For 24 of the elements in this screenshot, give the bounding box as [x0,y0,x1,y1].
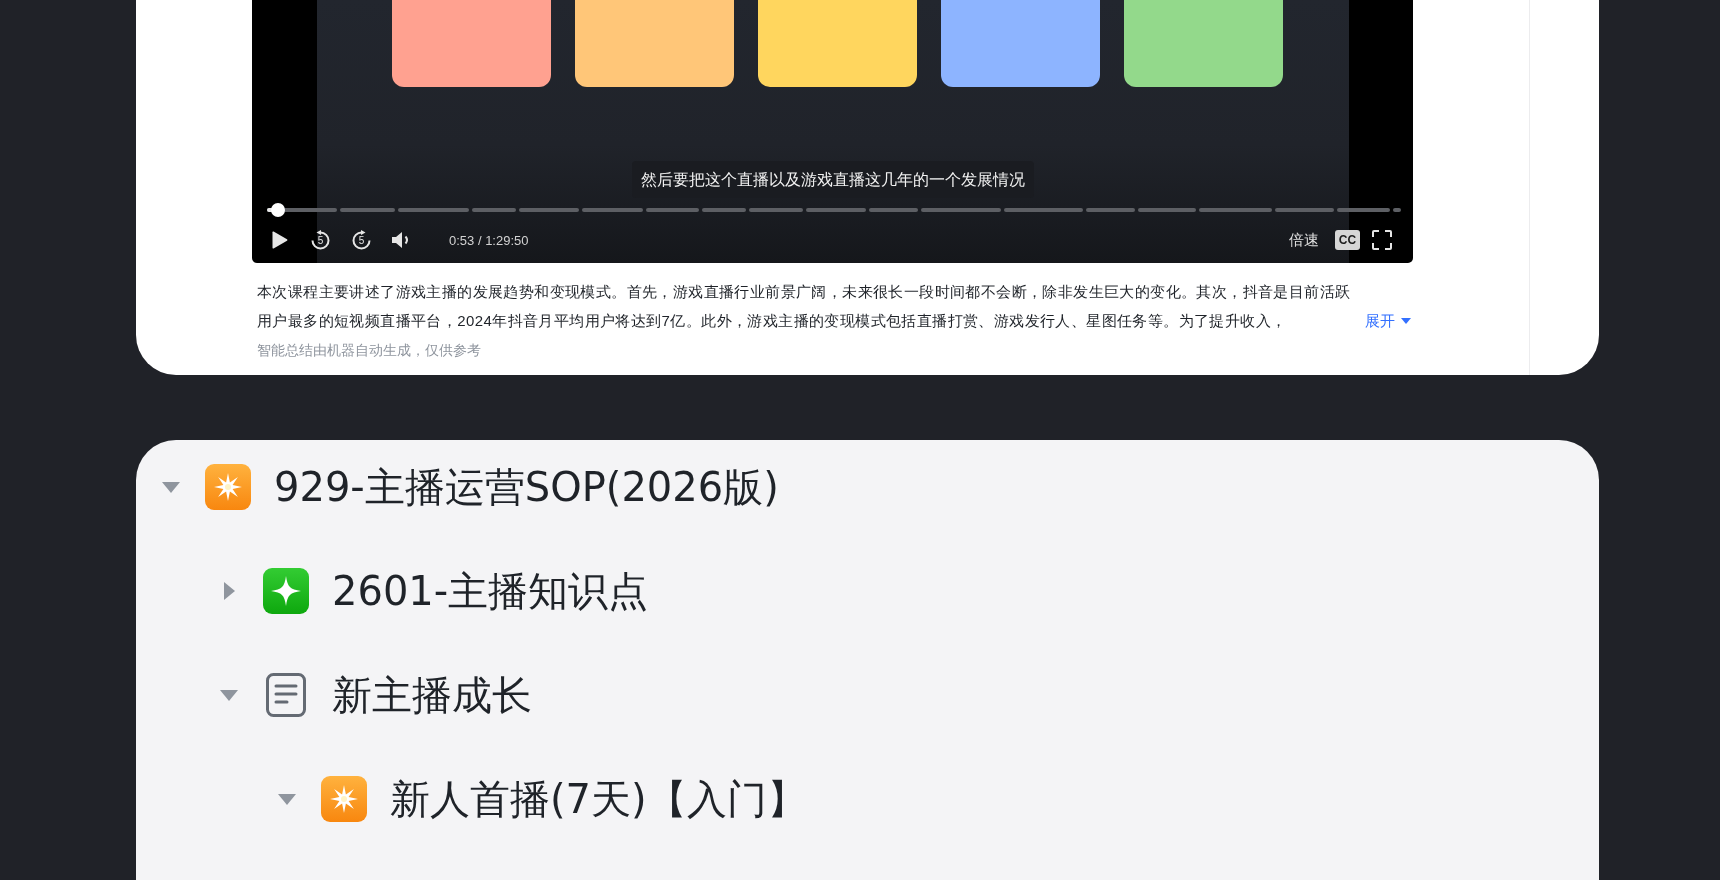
fullscreen-button[interactable] [1372,230,1392,250]
summary-note: 智能总结由机器自动生成，仅供参考 [256,342,482,360]
caret-right-icon[interactable] [223,582,235,600]
caret-down-icon[interactable] [162,481,180,493]
tree-item-label[interactable]: 新主播成长 [332,671,532,719]
subtitle-caption: 然后要把这个直播以及游戏直播这几年的一个发展情况 [631,161,1034,198]
caret-down-icon[interactable] [220,689,238,701]
captions-button[interactable]: CC [1335,230,1360,250]
progress-thumb[interactable] [271,203,286,217]
tree-item-label[interactable]: 新人首播(7天)【入门】 [390,775,807,823]
caret-down-icon[interactable] [278,793,296,805]
progress-track[interactable] [267,203,1401,217]
document-icon [266,673,306,717]
sparkle-icon [263,568,309,614]
expand-link[interactable]: 展开 [1365,306,1411,335]
tree-item-label[interactable]: 2601-主播知识点 [332,567,649,615]
skip-forward-button[interactable]: 5 [351,229,372,251]
speed-button[interactable]: 倍速 [1289,230,1319,250]
time-display: 0:53 / 1:29:50 [449,232,529,248]
skip-back-button[interactable]: 5 [310,229,331,251]
summary-text: 本次课程主要讲述了游戏主播的发展趋势和变现模式。首先，游戏直播行业前景广阔，未来很长一段时间都不会断，除非发生巨大的变化。其次，抖音是目前活跃用户最多的短视频直播平台，2024年抖音月平均用户将达到7亿。此外，游戏主播的变现模式包括直播打赏、游戏发行人、星图任务等。为了提升收入， [257,282,1352,331]
play-button[interactable] [271,231,288,249]
caret-down-icon [1401,317,1411,324]
tree-item-label[interactable]: 929-主播运营SOP(2026版) [274,463,779,511]
